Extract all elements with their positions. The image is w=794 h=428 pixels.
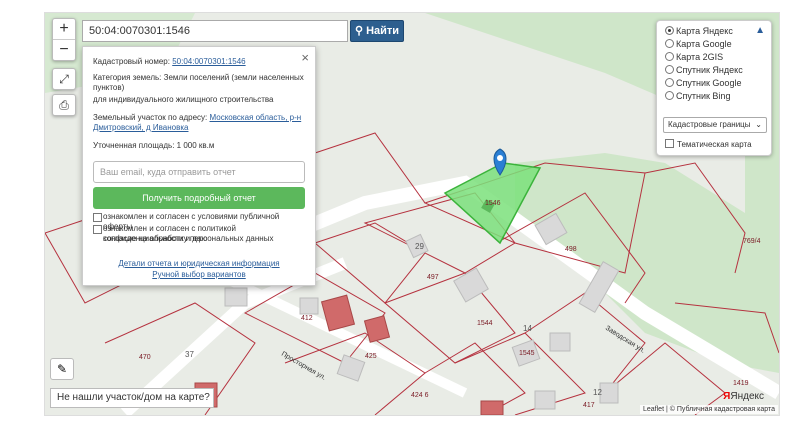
search-button[interactable]: ⚲ Найти	[350, 20, 404, 42]
get-report-button[interactable]: Получить подробный отчет	[93, 187, 305, 209]
layer-switcher: ▲ Карта Яндекс Карта Google Карта 2GIS С…	[656, 20, 772, 156]
checkbox-icon	[665, 139, 674, 148]
cad-number-label: Кадастровый номер:	[93, 57, 170, 66]
manual-choice-link-row: Ручной выбор вариантов	[93, 270, 305, 280]
label-769-4: 769/4	[743, 238, 761, 245]
cad-number-link[interactable]: 50:04:0070301:1546	[172, 57, 245, 66]
not-found-button[interactable]: Не нашли участок/дом на карте?	[50, 388, 214, 408]
label-1544: 1544	[477, 320, 493, 327]
address-row: Земельный участок по адресу: Московская …	[93, 113, 305, 133]
privacy-checkbox[interactable]	[93, 225, 102, 234]
radio-icon	[665, 39, 674, 48]
privacy-agree-text-2: согласие на обработку персональных данны…	[103, 234, 274, 243]
label-37: 37	[185, 350, 194, 359]
report-details-link-row: Детали отчета и юридическая информация	[93, 259, 305, 269]
email-field[interactable]: Ваш email, куда отправить отчет	[93, 161, 305, 183]
label-29: 29	[415, 242, 424, 251]
radio-icon	[665, 65, 674, 74]
street-prostornaya: Просторная ул.	[280, 351, 327, 382]
search-input[interactable]	[82, 20, 348, 42]
print-icon[interactable]: ⎙	[52, 94, 76, 116]
layer-option-yandex-map[interactable]: Карта Яндекс	[665, 25, 733, 37]
chevron-up-icon[interactable]: ▲	[755, 25, 765, 36]
zoom-in-button[interactable]: +	[53, 19, 75, 39]
radio-icon	[665, 91, 674, 100]
layer-option-google-sat[interactable]: Спутник Google	[665, 77, 741, 89]
label-417: 417	[583, 402, 595, 409]
label-14: 14	[523, 324, 532, 333]
radio-icon	[665, 52, 674, 61]
label-412: 412	[301, 315, 313, 322]
street-zavodskaya: Заводская ул.	[604, 325, 646, 355]
search-icon: ⚲	[354, 25, 363, 37]
map-attribution[interactable]: Leaflet | © Публичная кадастровая карта	[640, 405, 778, 414]
pencil-icon[interactable]: ✎	[50, 358, 74, 380]
manual-choice-link[interactable]: Ручной выбор вариантов	[152, 270, 245, 279]
area-label: Уточненная площадь:	[93, 141, 175, 150]
label-12: 12	[593, 388, 602, 397]
yandex-logo: ЯЯндекс	[723, 391, 764, 402]
layer-option-yandex-sat[interactable]: Спутник Яндекс	[665, 64, 743, 76]
label-470: 470	[139, 354, 151, 361]
offer-checkbox[interactable]	[93, 213, 102, 222]
report-details-link[interactable]: Детали отчета и юридическая информация	[118, 259, 279, 268]
label-1419: 1419	[733, 380, 749, 387]
label-498: 498	[565, 246, 577, 253]
zoom-out-button[interactable]: −	[53, 39, 75, 60]
label-425: 425	[365, 353, 377, 360]
area-value: 1 000 кв.м	[176, 141, 215, 150]
radio-icon	[665, 78, 674, 87]
label-424-6: 424 6	[411, 392, 429, 399]
search-button-label: Найти	[366, 25, 400, 37]
overlay-select[interactable]: Кадастровые границы ⌄	[663, 117, 767, 133]
area-row: Уточненная площадь: 1 000 кв.м	[93, 141, 305, 151]
address-label: Земельный участок по адресу:	[93, 113, 208, 122]
cad-number-row: Кадастровый номер: 50:04:0070301:1546	[93, 57, 305, 67]
label-1546: 1546	[485, 200, 501, 207]
purpose-text: для индивидуального жилищного строительс…	[93, 95, 274, 104]
layer-option-2gis-map[interactable]: Карта 2GIS	[665, 51, 723, 63]
label-497: 497	[427, 274, 439, 281]
label-1545: 1545	[519, 350, 535, 357]
zoom-control: + −	[52, 18, 76, 61]
chevron-down-icon: ⌄	[755, 120, 762, 129]
fullscreen-icon[interactable]: ⤢	[52, 68, 76, 90]
layer-option-bing-sat[interactable]: Спутник Bing	[665, 90, 730, 102]
category-row: Категория земель: Земли поселений (земли…	[93, 73, 305, 93]
topo-toggle[interactable]: Тематическая карта	[665, 139, 752, 150]
category-label: Категория земель:	[93, 73, 162, 82]
radio-icon	[665, 26, 674, 35]
overlay-select-value: Кадастровые границы	[668, 120, 751, 129]
parcel-info-popup: × Кадастровый номер: 50:04:0070301:1546 …	[82, 46, 316, 286]
layer-option-google-map[interactable]: Карта Google	[665, 38, 732, 50]
